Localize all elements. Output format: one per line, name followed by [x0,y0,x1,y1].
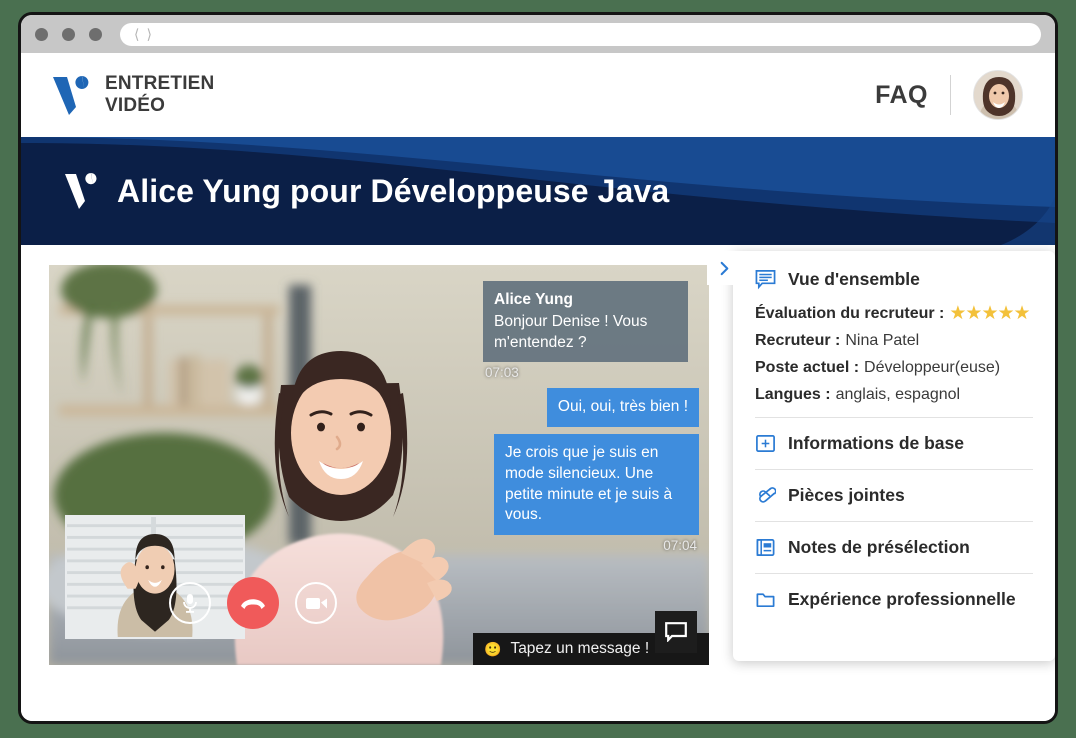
message-text: Oui, oui, très bien ! [558,398,688,415]
chat-toggle-button[interactable] [655,611,697,653]
paperclip-icon [755,485,776,506]
message-text: Bonjour Denise ! Vous m'entendez ? [494,313,647,351]
message-bubble: Oui, oui, très bien ! [547,388,699,427]
panel-item-informations-de-base[interactable]: Informations de base [755,431,1033,456]
url-bar[interactable]: ⟨ ⟩ [120,23,1041,46]
camera-button[interactable] [295,582,337,624]
panel-item-label: Notes de présélection [788,537,970,558]
panel-item-label: Expérience professionnelle [788,589,1016,610]
chat-bubble-icon [665,622,687,642]
overview-section-title: Vue d'ensemble [755,269,1033,290]
field-recruiter-rating: Évaluation du recruteur : ★★★★★ [755,304,1033,323]
call-controls [49,577,457,629]
field-value: Développeur(euse) [864,359,1000,377]
brand-line-1: ENTRETIEN [105,73,214,95]
panel-item-notes-de-preselection[interactable]: Notes de présélection [755,535,1033,560]
page-title: Alice Yung pour Développeuse Java [117,173,669,210]
chat-message: Oui, oui, très bien ! [483,388,699,427]
panel-divider [755,469,1033,470]
panel-item-label: Informations de base [788,433,964,454]
panel-item-experience-professionnelle[interactable]: Expérience professionnelle [755,587,1033,612]
field-label: Langues : [755,386,831,404]
end-call-button[interactable] [227,577,279,629]
panel-divider [755,521,1033,522]
panel-divider [755,573,1033,574]
field-recruiter: Recruteur : Nina Patel [755,332,1033,350]
field-value: anglais, espagnol [836,386,961,404]
chevron-right-icon [717,261,732,276]
site-header: ENTRETIEN VIDÉO FAQ [21,53,1055,137]
header-divider [950,75,951,115]
message-text: Je crois que je suis en mode silencieux.… [505,444,672,523]
browser-chrome-bar: ⟨ ⟩ [21,15,1055,53]
browser-window: ⟨ ⟩ ENTRETIEN VIDÉO FAQ [18,12,1058,724]
message-sender: Alice Yung [494,290,677,311]
brand-name: ENTRETIEN VIDÉO [105,73,214,117]
field-value: Nina Patel [845,332,919,350]
message-bubble: Je crois que je suis en mode silencieux.… [494,434,699,535]
faq-link[interactable]: FAQ [875,81,928,110]
brand-logo-group[interactable]: ENTRETIEN VIDÉO [51,73,214,117]
chat-message-list: Alice Yung Bonjour Denise ! Vous m'enten… [473,265,709,633]
panel-divider [755,417,1033,418]
v-logo-icon [51,73,91,117]
panel-item-pieces-jointes[interactable]: Pièces jointes [755,483,1033,508]
window-close-dot[interactable] [35,28,48,41]
main-content: Alice Yung Bonjour Denise ! Vous m'enten… [21,245,1055,724]
message-timestamp: 07:04 [661,535,699,561]
window-maximize-dot[interactable] [89,28,102,41]
field-label: Recruteur : [755,332,840,350]
v-logo-icon [63,171,99,211]
panel-collapse-button[interactable] [707,251,741,285]
speech-bubble-lines-icon [755,269,776,290]
overview-fields: Évaluation du recruteur : ★★★★★ Recruteu… [755,304,1033,404]
message-timestamp: 07:03 [483,362,521,388]
rating-stars: ★★★★★ [949,304,1029,323]
avatar[interactable] [973,70,1023,120]
overview-title: Vue d'ensemble [788,269,920,290]
field-label: Poste actuel : [755,359,859,377]
microphone-icon [180,592,200,614]
header-actions: FAQ [875,70,1023,120]
brand-line-2: VIDÉO [105,95,214,117]
field-label: Évaluation du recruteur : [755,305,944,323]
page-banner: Alice Yung pour Développeuse Java [21,137,1055,245]
panel-item-label: Pièces jointes [788,485,905,506]
chat-message: Alice Yung Bonjour Denise ! Vous m'enten… [483,281,699,362]
chat-input[interactable]: Tapez un message ! [510,640,649,658]
chevron-right-icon[interactable]: ⟩ [146,27,151,41]
banner-content: Alice Yung pour Développeuse Java [21,137,1055,245]
message-gap [483,427,699,434]
folder-icon [755,589,776,610]
microphone-button[interactable] [169,582,211,624]
add-box-icon [755,433,776,454]
chat-panel: Alice Yung Bonjour Denise ! Vous m'enten… [473,265,709,665]
smiley-face-icon[interactable]: 🙂 [484,642,501,656]
chevron-left-icon[interactable]: ⟨ [134,27,139,41]
message-bubble: Alice Yung Bonjour Denise ! Vous m'enten… [483,281,688,362]
field-current-position: Poste actuel : Développeur(euse) [755,359,1033,377]
window-minimize-dot[interactable] [62,28,75,41]
candidate-info-panel: Vue d'ensemble Évaluation du recruteur :… [733,251,1055,661]
avatar-image [974,71,1023,120]
chat-message: Je crois que je suis en mode silencieux.… [483,434,699,535]
notes-book-icon [755,537,776,558]
hangup-phone-icon [240,596,266,610]
video-camera-icon [305,596,328,611]
field-languages: Langues : anglais, espagnol [755,386,1033,404]
video-stage: Alice Yung Bonjour Denise ! Vous m'enten… [49,265,709,665]
